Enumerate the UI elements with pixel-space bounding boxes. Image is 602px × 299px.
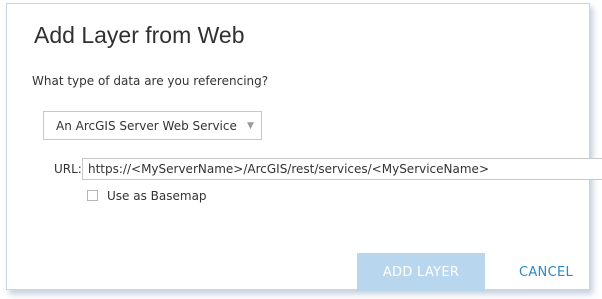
page: Add Layer from Web What type of data are… bbox=[0, 0, 602, 299]
url-input[interactable] bbox=[82, 158, 602, 180]
add-layer-dialog: Add Layer from Web What type of data are… bbox=[6, 3, 602, 291]
data-type-select[interactable]: An ArcGIS Server Web Service ▼ bbox=[43, 111, 262, 140]
chevron-down-icon: ▼ bbox=[247, 121, 254, 131]
use-as-basemap-label: Use as Basemap bbox=[107, 189, 207, 203]
data-type-prompt: What type of data are you referencing? bbox=[32, 74, 269, 88]
data-type-selected-value: An ArcGIS Server Web Service bbox=[56, 119, 237, 133]
add-layer-button[interactable]: ADD LAYER bbox=[357, 253, 485, 291]
use-as-basemap-checkbox[interactable] bbox=[87, 190, 98, 201]
dialog-title: Add Layer from Web bbox=[34, 22, 245, 48]
url-label: URL: bbox=[54, 162, 82, 176]
cancel-button[interactable]: CANCEL bbox=[502, 253, 590, 291]
